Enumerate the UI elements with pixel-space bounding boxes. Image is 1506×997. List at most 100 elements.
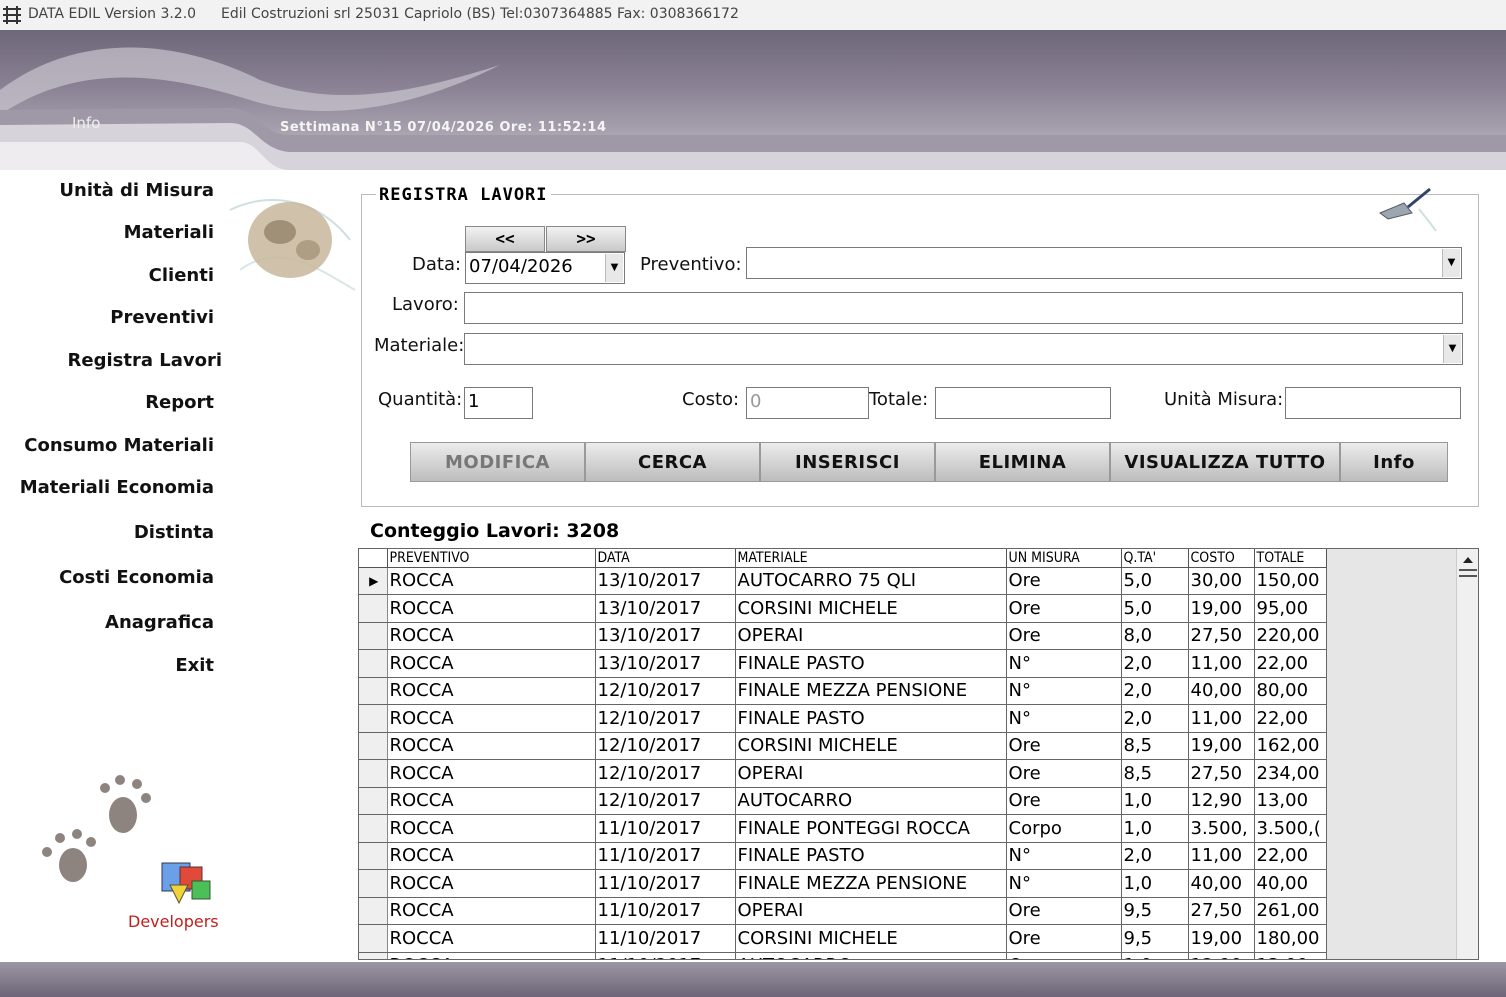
prev-date-button[interactable]: << (465, 226, 545, 252)
header-info-tab[interactable]: Info (72, 114, 100, 132)
table-cell[interactable]: ROCCA (387, 897, 596, 925)
table-row[interactable]: ▶ ROCCA 13/10/2017 AUTOCARRO 75 QLI Ore 5,0 30… (359, 567, 1327, 595)
inserisci-button[interactable]: INSERISCI (760, 442, 935, 482)
modifica-button[interactable]: MODIFICA (410, 442, 585, 482)
table-cell[interactable]: 12/10/2017 (595, 732, 736, 760)
table-cell[interactable]: ROCCA (387, 869, 596, 898)
table-cell[interactable]: OPERAI (735, 759, 1007, 788)
table-cell[interactable]: 40,00 (1188, 869, 1255, 898)
col-costo[interactable]: COSTO (1188, 549, 1255, 568)
table-cell[interactable]: 22,00 (1254, 649, 1327, 678)
table-cell[interactable]: 261,00 (1254, 897, 1327, 925)
table-cell[interactable]: 2,0 (1121, 842, 1189, 870)
table-cell[interactable]: 12/10/2017 (595, 704, 736, 733)
table-cell[interactable]: 3.500,( (1254, 814, 1327, 843)
table-cell[interactable]: 40,00 (1188, 677, 1255, 705)
chevron-down-icon[interactable]: ▼ (605, 254, 623, 282)
table-cell[interactable]: AUTOCARRO (735, 952, 1007, 959)
table-cell[interactable]: 27,50 (1188, 622, 1255, 650)
table-cell[interactable]: 19,00 (1188, 732, 1255, 760)
table-cell[interactable]: FINALE MEZZA PENSIONE (735, 677, 1007, 705)
table-cell[interactable]: FINALE MEZZA PENSIONE (735, 869, 1007, 898)
table-cell[interactable]: 2,0 (1121, 649, 1189, 678)
table-cell[interactable]: 11,00 (1188, 704, 1255, 733)
table-cell[interactable]: CORSINI MICHELE (735, 732, 1007, 760)
table-cell[interactable]: 12,90 (1188, 787, 1255, 815)
table-cell[interactable]: 5,0 (1121, 567, 1189, 595)
table-row[interactable]: ROCCA 11/10/2017 OPERAI Ore 9,5 27,50 261,00 (359, 897, 1327, 925)
nav-preventivi[interactable]: Preventivi (110, 307, 214, 328)
table-row[interactable]: ROCCA 12/10/2017 AUTOCARRO Ore 1,0 12,90 13,00 (359, 787, 1327, 815)
table-cell[interactable]: AUTOCARRO 75 QLI (735, 567, 1007, 595)
table-cell[interactable]: Ore (1006, 897, 1122, 925)
table-cell[interactable]: 5,0 (1121, 594, 1189, 623)
table-cell[interactable]: N° (1006, 869, 1122, 898)
table-cell[interactable]: 11/10/2017 (595, 897, 736, 925)
costo-field[interactable]: 0 (746, 387, 869, 419)
col-qta[interactable]: Q.TA' (1121, 549, 1189, 568)
nav-exit[interactable]: Exit (175, 655, 214, 676)
visualizza-tutto-button[interactable]: VISUALIZZA TUTTO (1110, 442, 1340, 482)
table-cell[interactable]: 234,00 (1254, 759, 1327, 788)
table-cell[interactable]: 12/10/2017 (595, 677, 736, 705)
scroll-up-arrow-icon[interactable] (1457, 549, 1479, 589)
table-cell[interactable]: 11/10/2017 (595, 924, 736, 953)
elimina-button[interactable]: ELIMINA (935, 442, 1110, 482)
table-cell[interactable]: 1,0 (1121, 814, 1189, 843)
table-cell[interactable]: Ore (1006, 759, 1122, 788)
table-cell[interactable]: 8,0 (1121, 622, 1189, 650)
table-cell[interactable]: 27,50 (1188, 759, 1255, 788)
table-cell[interactable]: 150,00 (1254, 567, 1327, 595)
nav-registra-lavori[interactable]: Registra Lavori (68, 350, 223, 371)
table-cell[interactable]: 13/10/2017 (595, 622, 736, 650)
lavori-grid[interactable]: PREVENTIVO DATA MATERIALE UN MISURA Q.TA… (358, 548, 1479, 960)
table-cell[interactable]: 3.500, (1188, 814, 1255, 843)
table-cell[interactable]: CORSINI MICHELE (735, 594, 1007, 623)
developers-logo-icon[interactable] (150, 855, 222, 910)
table-cell[interactable]: 220,00 (1254, 622, 1327, 650)
row-indicator[interactable] (359, 924, 388, 953)
table-cell[interactable]: 11/10/2017 (595, 814, 736, 843)
table-cell[interactable]: ROCCA (387, 814, 596, 843)
table-row[interactable]: ROCCA 12/10/2017 FINALE PASTO N° 2,0 11,00 22,… (359, 704, 1327, 733)
next-date-button[interactable]: >> (546, 226, 626, 252)
table-cell[interactable]: Ore (1006, 924, 1122, 953)
table-cell[interactable]: 2,0 (1121, 704, 1189, 733)
nav-unita-misura[interactable]: Unità di Misura (59, 180, 214, 201)
row-indicator[interactable] (359, 759, 388, 788)
table-cell[interactable]: 8,5 (1121, 759, 1189, 788)
table-cell[interactable]: 8,5 (1121, 732, 1189, 760)
table-cell[interactable]: ROCCA (387, 759, 596, 788)
quantita-field[interactable]: 1 (464, 387, 533, 419)
table-cell[interactable]: 12/10/2017 (595, 787, 736, 815)
current-row-indicator-icon[interactable]: ▶ (359, 567, 388, 595)
row-indicator[interactable] (359, 897, 388, 925)
table-cell[interactable]: ROCCA (387, 677, 596, 705)
preventivo-combo[interactable]: ▼ (746, 247, 1462, 279)
row-indicator[interactable] (359, 842, 388, 870)
table-row[interactable]: ROCCA 12/10/2017 FINALE MEZZA PENSIONE N° 2,… (359, 677, 1327, 705)
lavoro-field[interactable] (464, 292, 1463, 324)
table-cell[interactable]: 95,00 (1254, 594, 1327, 623)
table-cell[interactable]: ROCCA (387, 842, 596, 870)
table-cell[interactable]: 19,00 (1188, 594, 1255, 623)
developers-label[interactable]: Developers (128, 912, 219, 931)
table-cell[interactable]: N° (1006, 649, 1122, 678)
col-materiale[interactable]: MATERIALE (735, 549, 1007, 568)
row-indicator[interactable] (359, 869, 388, 898)
table-cell[interactable]: ROCCA (387, 924, 596, 953)
nav-consumo-materiali[interactable]: Consumo Materiali (24, 435, 214, 456)
row-indicator[interactable] (359, 732, 388, 760)
table-cell[interactable]: OPERAI (735, 897, 1007, 925)
table-cell[interactable]: 22,00 (1254, 704, 1327, 733)
row-indicator[interactable] (359, 677, 388, 705)
table-cell[interactable]: ROCCA (387, 787, 596, 815)
table-row[interactable]: ROCCA 13/10/2017 OPERAI Ore 8,0 27,50 220,00 (359, 622, 1327, 650)
table-cell[interactable]: Ore (1006, 732, 1122, 760)
col-data[interactable]: DATA (595, 549, 736, 568)
info-button[interactable]: Info (1340, 442, 1448, 482)
table-cell[interactable]: 13,00 (1254, 787, 1327, 815)
table-cell[interactable]: ROCCA (387, 622, 596, 650)
nav-anagrafica[interactable]: Anagrafica (105, 612, 214, 633)
table-row[interactable]: ROCCA 11/10/2017 FINALE MEZZA PENSIONE N° 1,… (359, 869, 1327, 898)
